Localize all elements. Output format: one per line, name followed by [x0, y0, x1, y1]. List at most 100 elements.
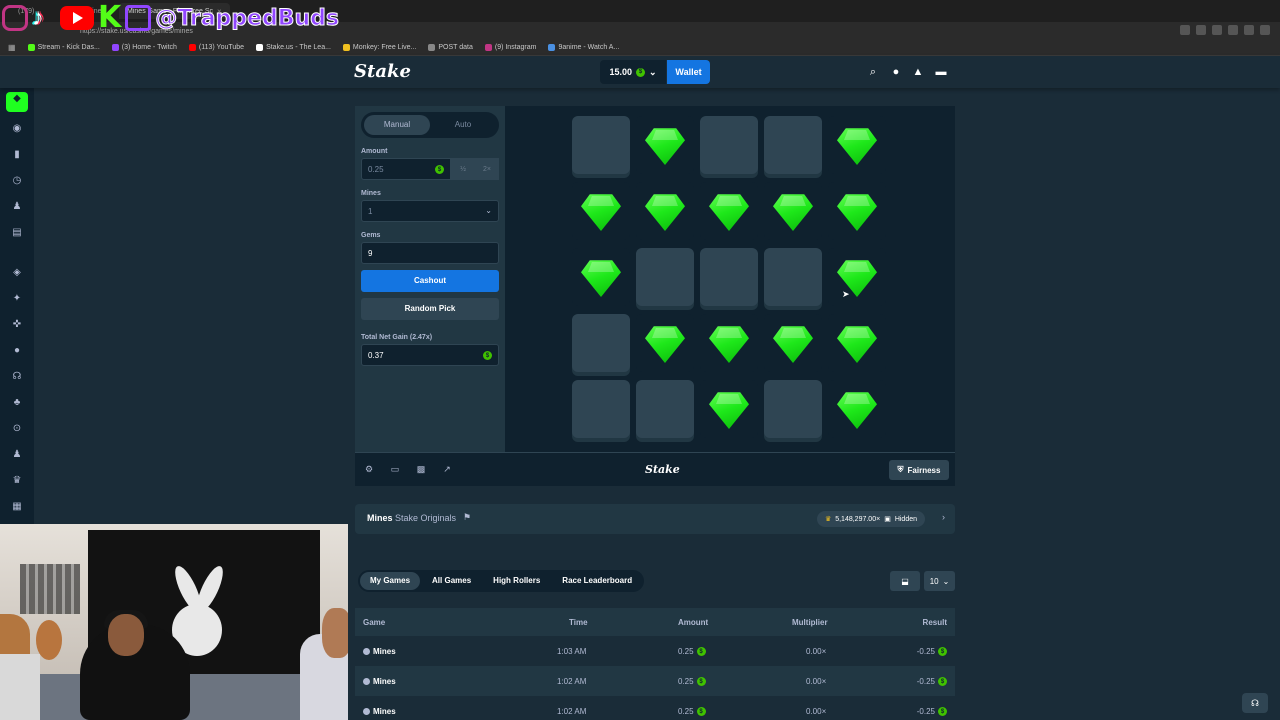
row-amount: 0.25 $ [678, 707, 706, 716]
bookmark-item[interactable]: (3) Home - Twitch [111, 44, 177, 51]
row-amount: 0.25 $ [678, 677, 706, 686]
user-icon[interactable]: ● [889, 65, 903, 79]
theatre-mode-icon[interactable]: ▭ [389, 464, 401, 476]
mouse-cursor-icon: ➤ [842, 289, 850, 299]
hidden-tile[interactable] [764, 116, 822, 174]
row-game[interactable]: Mines [363, 707, 396, 716]
net-gain-field: 0.37 $ [361, 344, 499, 366]
vip-icon[interactable]: ♟ [10, 448, 24, 462]
support-chat-button[interactable]: ☊ [1242, 693, 1268, 713]
bookmark-icon[interactable]: ⚑ [463, 512, 471, 523]
challenges-icon[interactable]: ♟ [10, 200, 24, 214]
coin-icon: $ [938, 647, 947, 656]
half-button[interactable]: ½ [451, 158, 475, 180]
favourites-icon[interactable]: ◉ [10, 122, 24, 136]
originals-icon[interactable]: ◈ [10, 266, 24, 280]
extension-icon[interactable] [1244, 25, 1254, 35]
gems-label: Gems [361, 232, 381, 239]
apps-icon[interactable]: ▦ [8, 43, 16, 52]
row-multiplier: 0.00× [806, 707, 827, 716]
game-info-bar[interactable]: Mines Stake Originals ⚑ ♛ 5,148,297.00× … [355, 504, 955, 534]
fairness-button[interactable]: ⛨ Fairness [889, 460, 949, 480]
bell-icon[interactable]: ▲ [911, 65, 925, 79]
tab-race-leaderboard[interactable]: Race Leaderboard [552, 572, 642, 590]
hidden-tile[interactable] [572, 380, 630, 438]
support-sidebar-icon[interactable]: ☊ [10, 370, 24, 384]
game-panel: Manual Auto Amount 0.25 $ ½ 2× Mines 1 ⌄… [355, 106, 955, 452]
bookmark-item[interactable]: POST data [428, 44, 473, 51]
search-icon[interactable]: ⌕ [866, 65, 880, 79]
mines-select[interactable]: 1 ⌄ [361, 200, 499, 222]
hidden-tile[interactable] [572, 314, 630, 372]
youtube-icon [60, 6, 94, 30]
live-casino-icon[interactable]: ✜ [10, 318, 24, 332]
hidden-tile[interactable] [700, 248, 758, 306]
coin-icon: $ [938, 677, 947, 686]
bookmark-icon[interactable]: ▮ [10, 148, 24, 162]
chevron-right-icon[interactable]: › [942, 512, 945, 522]
bookmark-item[interactable]: Stake.us - The Lea... [256, 44, 331, 51]
table-row[interactable]: Mines 1:02 AM 0.25 $ 0.00× -0.25 $ [355, 666, 955, 696]
hidden-tile[interactable] [764, 248, 822, 306]
gem-tile [636, 314, 694, 372]
chat-icon[interactable]: ▬ [934, 65, 948, 79]
bookmark-item[interactable]: Stream - Kick Das... [27, 44, 100, 51]
bookmark-item[interactable]: (113) YouTube [188, 44, 244, 51]
hidden-tile[interactable] [572, 116, 630, 174]
amount-input[interactable]: 0.25 $ [361, 158, 451, 180]
extension-icon[interactable] [1228, 25, 1238, 35]
providers-icon[interactable]: ♣ [10, 396, 24, 410]
promotions-icon[interactable]: ⊙ [10, 422, 24, 436]
slots-icon[interactable]: ✦ [10, 292, 24, 306]
bookmark-item[interactable]: Monkey: Free Live... [342, 44, 416, 51]
balance-selector[interactable]: 15.00 $ ⌄ [600, 60, 666, 84]
stake-logo[interactable]: Stake [354, 61, 411, 82]
coin-icon: $ [696, 707, 706, 716]
lock-icon: ▣ [884, 516, 891, 523]
bookmark-item[interactable]: 9anime - Watch A... [548, 44, 619, 51]
bets-table: Game Time Amount Multiplier Result Mines… [355, 608, 955, 720]
double-button[interactable]: 2× [475, 158, 499, 180]
extension-icon[interactable] [1196, 25, 1206, 35]
trophy-icon[interactable]: ♛ [10, 474, 24, 488]
gem-tile [700, 182, 758, 240]
filter-button[interactable]: ⬓ [890, 571, 920, 591]
tab-manual[interactable]: Manual [364, 115, 430, 135]
hidden-tile[interactable] [764, 380, 822, 438]
stats-icon[interactable]: ▩ [415, 464, 427, 476]
row-game[interactable]: Mines [363, 647, 396, 656]
chevron-down-icon: ⌄ [485, 206, 492, 215]
coin-icon: $ [696, 647, 706, 656]
table-row[interactable]: Mines 1:02 AM 0.25 $ 0.00× -0.25 $ [355, 696, 955, 720]
tab-my-games[interactable]: My Games [360, 572, 421, 590]
cashout-button[interactable]: Cashout [361, 270, 499, 292]
hidden-tile[interactable] [636, 380, 694, 438]
settings-icon[interactable]: ⚙ [363, 464, 375, 476]
page-size-select[interactable]: 10 ⌄ [924, 571, 955, 591]
tab-high-rollers[interactable]: High Rollers [483, 572, 550, 590]
hidden-tile[interactable] [636, 248, 694, 306]
row-game[interactable]: Mines [363, 677, 396, 686]
random-pick-button[interactable]: Random Pick [361, 298, 499, 320]
recent-icon[interactable]: ◷ [10, 174, 24, 188]
tab-auto[interactable]: Auto [430, 115, 496, 135]
gem-tile [700, 380, 758, 438]
table-row[interactable]: Mines 1:03 AM 0.25 $ 0.00× -0.25 $ [355, 636, 955, 666]
grid-icon[interactable]: ▦ [10, 500, 24, 514]
popout-icon[interactable]: ↗ [441, 464, 453, 476]
casino-icon[interactable]: ◆ [6, 92, 28, 112]
wallet-button[interactable]: Wallet [667, 60, 710, 84]
gem-tile [828, 380, 886, 438]
bookmark-favicon-icon [111, 44, 119, 51]
gem-tile [828, 182, 886, 240]
extension-icon[interactable] [1212, 25, 1222, 35]
bookmark-item[interactable]: (9) Instagram [484, 44, 536, 51]
bets-icon[interactable]: ▤ [10, 226, 24, 240]
hidden-tile[interactable] [700, 116, 758, 174]
tab-all-games[interactable]: All Games [422, 572, 481, 590]
row-time: 1:03 AM [557, 647, 587, 656]
extension-icon[interactable] [1260, 25, 1270, 35]
extension-icon[interactable] [1180, 25, 1190, 35]
game-shows-icon[interactable]: ● [10, 344, 24, 358]
header-multiplier: Multiplier [792, 618, 828, 627]
